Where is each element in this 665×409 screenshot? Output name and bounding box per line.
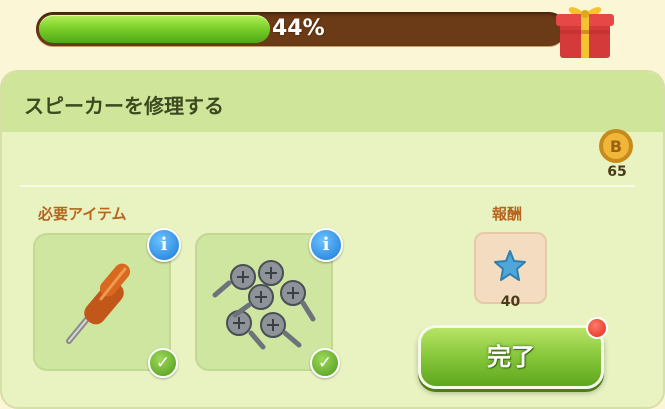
blue-star-icon: [494, 250, 526, 281]
divider: [20, 185, 635, 187]
svg-text:B: B: [610, 137, 622, 156]
coin-icon: B: [599, 129, 633, 163]
check-icon-screwdriver: ✓: [148, 348, 178, 378]
screwdriver-icon: [66, 263, 131, 344]
coin-count: 65: [607, 164, 627, 180]
required-items-label: 必要アイテム: [38, 205, 127, 223]
check-icon-screws: ✓: [310, 348, 340, 378]
info-icon-screwdriver[interactable]: i: [147, 228, 181, 262]
info-icon-screws[interactable]: i: [309, 228, 343, 262]
complete-button[interactable]: 完了: [418, 325, 604, 389]
progress-percent: 44%: [272, 16, 325, 41]
progress-fill: [39, 15, 270, 43]
notification-dot: [586, 317, 608, 339]
reward-label: 報酬: [492, 205, 523, 223]
reward-count: 40: [500, 294, 521, 310]
panel-title: スピーカーを修理する: [24, 94, 224, 118]
screws-icon: [212, 260, 316, 350]
gift-box-icon[interactable]: [552, 0, 618, 60]
